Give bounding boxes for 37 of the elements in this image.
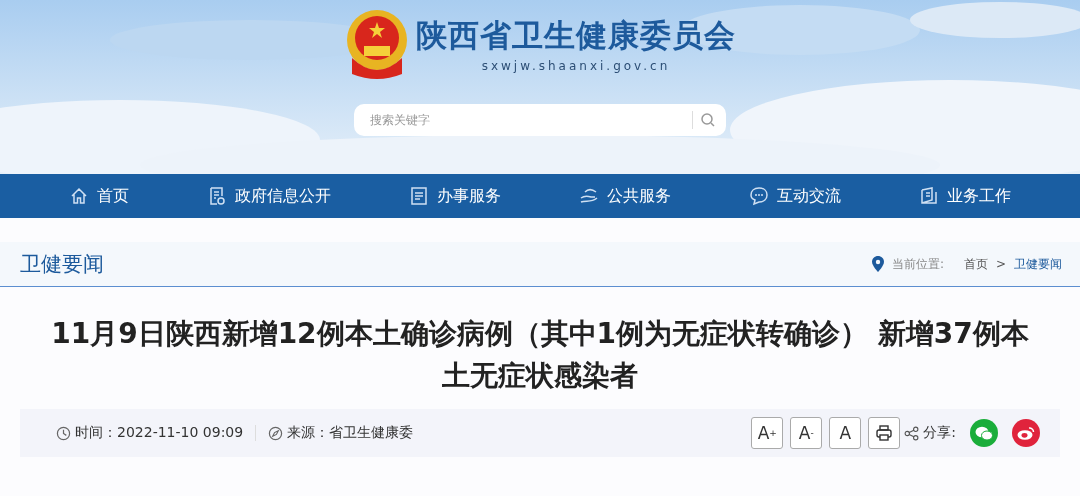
- location-label: 当前位置:: [891, 255, 944, 273]
- site-domain: sxwjw.shaanxi.gov.cn: [481, 59, 671, 73]
- home-icon: [69, 186, 89, 206]
- font-size-button[interactable]: A$^{-}$: [790, 417, 823, 449]
- breadcrumb-link[interactable]: 首页: [963, 255, 988, 273]
- breadcrumb-separator: >: [995, 257, 1006, 271]
- font-size-button[interactable]: A: [829, 417, 862, 449]
- nav-item[interactable]: 公共服务: [575, 181, 675, 211]
- clipboard-icon: [409, 186, 429, 206]
- chat-bubbles-icon: [975, 425, 993, 441]
- search-icon[interactable]: [700, 112, 716, 128]
- book-icon: [919, 186, 939, 206]
- share-icon: [904, 425, 920, 441]
- font-size-button[interactable]: A$^{+}$: [751, 417, 784, 449]
- document-icon: [207, 186, 227, 206]
- nav-item[interactable]: 业务工作: [915, 181, 1015, 211]
- site-name: 陕西省卫生健康委员会: [416, 16, 736, 55]
- nav-item[interactable]: 首页: [65, 181, 133, 211]
- section-title: 卫健要闻: [20, 251, 104, 278]
- weibo-share-button[interactable]: [1012, 419, 1040, 447]
- printer-icon: [875, 424, 894, 442]
- article-source: 来源：省卫生健康委: [287, 424, 414, 442]
- nav-item[interactable]: 政府信息公开: [203, 181, 335, 211]
- search-field[interactable]: 搜索关键字: [354, 104, 726, 136]
- breadcrumb-link[interactable]: 卫健要闻: [1014, 255, 1062, 273]
- article-title: 11月9日陕西新增12例本土确诊病例（其中1例为无症状转确诊） 新增37例本土无症状感染者: [50, 316, 1030, 394]
- print-button[interactable]: [868, 417, 901, 449]
- location-pin-icon: [871, 256, 884, 272]
- nav-item[interactable]: 办事服务: [405, 181, 505, 211]
- clock-icon: [56, 425, 71, 441]
- chat-icon: [749, 186, 769, 206]
- wechat-share-button[interactable]: [970, 419, 998, 447]
- share-label: 分享:: [923, 424, 956, 442]
- publish-time: 时间：2022-11-10 09:09: [75, 424, 244, 442]
- nav-item[interactable]: 互动交流: [745, 181, 845, 211]
- compass-icon: [268, 425, 284, 441]
- emblem-icon: [344, 8, 410, 80]
